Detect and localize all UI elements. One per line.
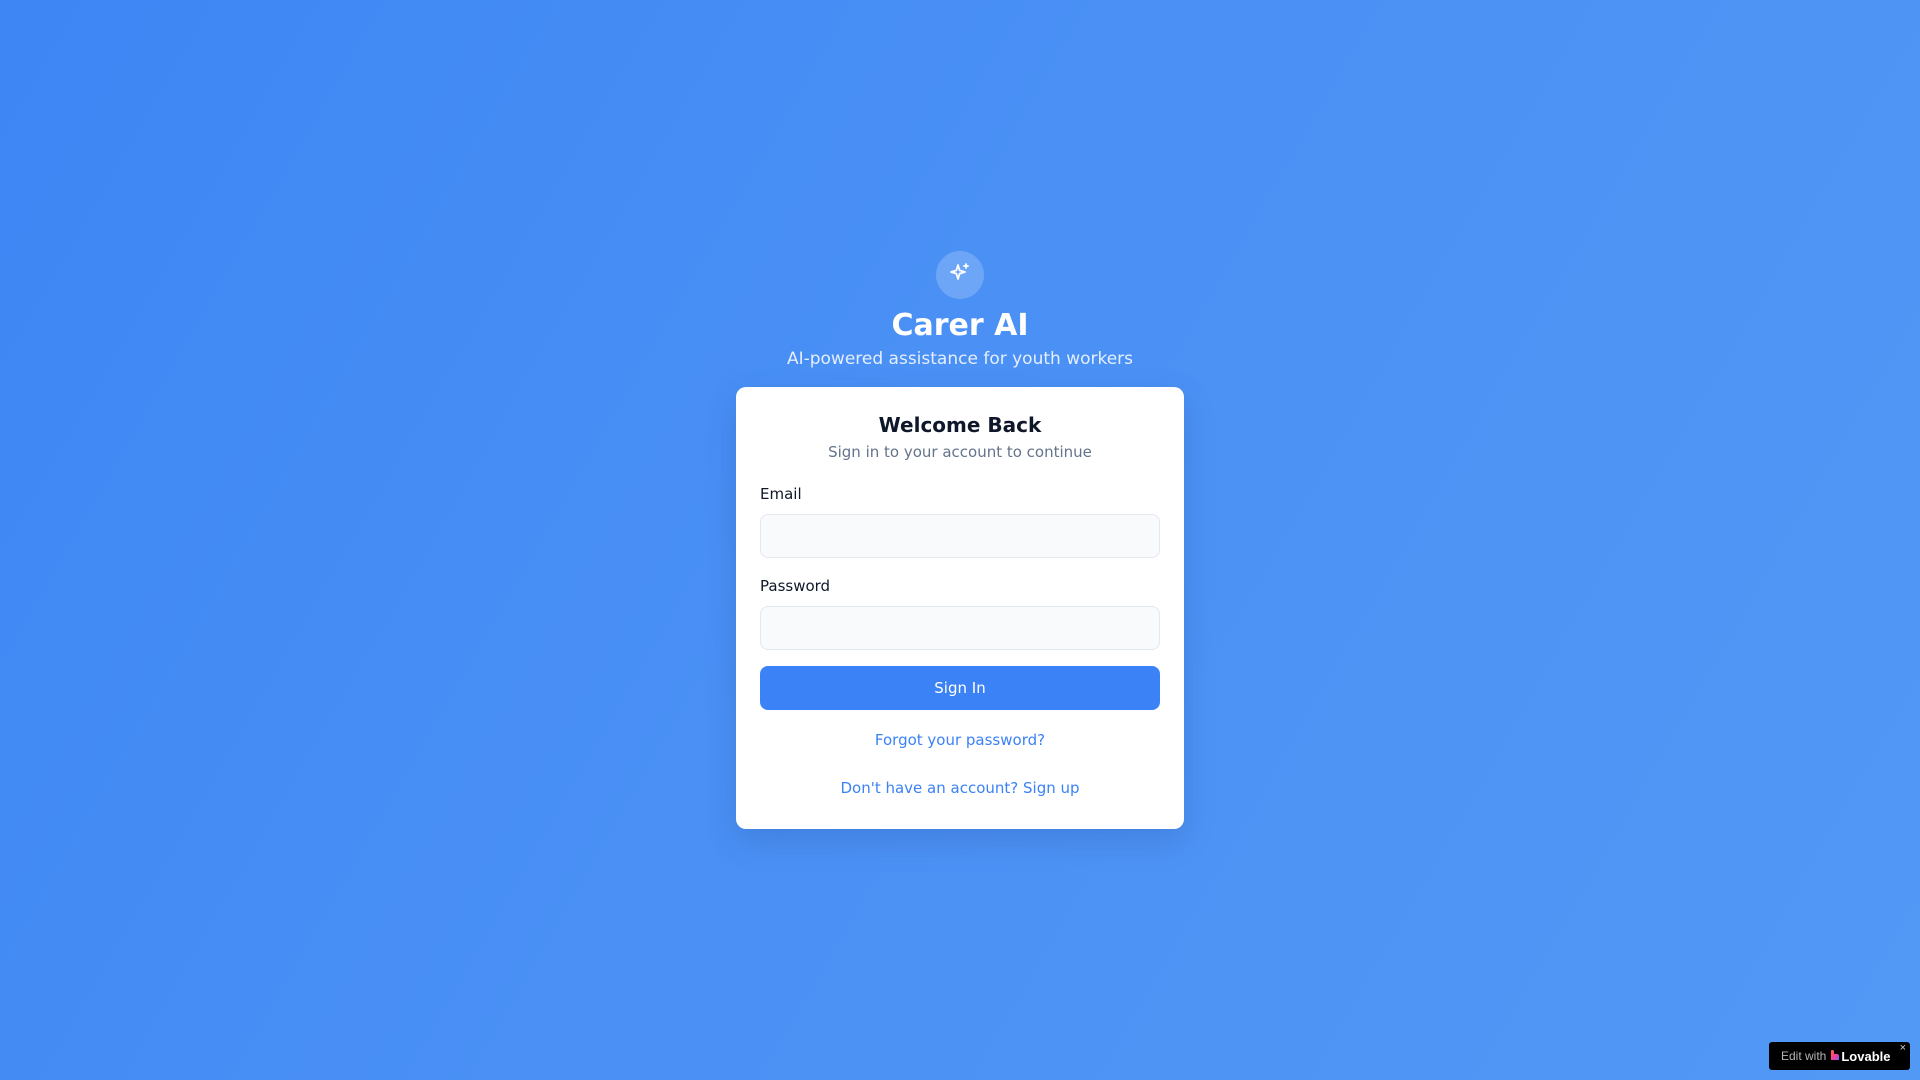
app-subtitle: AI-powered assistance for youth workers [786, 349, 1134, 369]
brand-header: Carer AI AI-powered assistance for youth… [0, 251, 1920, 371]
email-field[interactable] [760, 514, 1160, 558]
edit-with-lovable-badge[interactable]: Edit with Lovable × [1769, 1042, 1910, 1070]
lovable-heart-icon [1830, 1047, 1840, 1065]
app-title: Carer AI [891, 308, 1029, 343]
badge-brand-name: Lovable [1841, 1048, 1891, 1064]
brand-logo [936, 251, 984, 299]
forgot-password-link[interactable]: Forgot your password? [760, 730, 1160, 750]
login-title: Welcome Back [878, 413, 1042, 437]
badge-edit-label: Edit with [1781, 1049, 1827, 1063]
sparkles-icon [948, 261, 972, 289]
close-icon[interactable]: × [1900, 1042, 1906, 1054]
password-field[interactable] [760, 606, 1160, 650]
sign-in-button[interactable]: Sign In [760, 666, 1160, 710]
login-card: Welcome Back Sign in to your account to … [736, 387, 1184, 829]
sign-up-link[interactable]: Don't have an account? Sign up [760, 778, 1160, 798]
login-subtitle: Sign in to your account to continue [828, 443, 1092, 461]
password-label: Password [760, 577, 831, 595]
email-label: Email [760, 485, 802, 503]
